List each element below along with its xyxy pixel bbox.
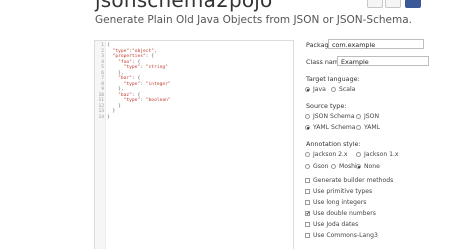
app-title: jsonschema2pojo bbox=[95, 0, 273, 12]
option-checkbox-use-joda-dates[interactable] bbox=[305, 222, 310, 227]
option-checkbox-use-commons-lang3[interactable] bbox=[305, 233, 310, 238]
app-subtitle: Generate Plain Old Java Objects from JSO… bbox=[95, 14, 412, 26]
source-json-label: JSON bbox=[364, 113, 380, 120]
language-scala-radio[interactable] bbox=[331, 87, 336, 92]
option-label: Use Commons-Lang3 bbox=[313, 232, 378, 239]
package-input[interactable]: com.example bbox=[328, 39, 424, 49]
annotation-none-radio[interactable] bbox=[356, 164, 361, 169]
code-line: } bbox=[107, 114, 110, 120]
line-number-gutter: 1 2 3 4 5 6 7 8 9 10 11 12 13 14 bbox=[95, 41, 106, 249]
source-json-schema-radio[interactable] bbox=[305, 114, 310, 119]
annotation-jackson-2-x-radio[interactable] bbox=[305, 152, 310, 157]
json-schema-editor[interactable]: 1 2 3 4 5 6 7 8 9 10 11 12 13 14 { "type":"object", "… bbox=[94, 40, 294, 249]
annotation-jackson-2-x-label: Jackson 2.x bbox=[313, 151, 348, 158]
annotation-style-label: Annotation style: bbox=[306, 140, 361, 148]
option-checkbox-use-long-integers[interactable] bbox=[305, 200, 310, 205]
target-language-label: Target language: bbox=[306, 75, 360, 83]
share-button[interactable] bbox=[385, 0, 401, 8]
option-label: Use primitive types bbox=[313, 188, 373, 195]
language-java-label: Java bbox=[313, 86, 326, 93]
source-json-radio[interactable] bbox=[356, 114, 361, 119]
option-label: Use Joda dates bbox=[313, 221, 359, 228]
source-yaml-label: YAML bbox=[364, 124, 381, 131]
option-checkbox-generate-builder-methods[interactable] bbox=[305, 178, 310, 183]
option-checkbox-use-primitive-types[interactable] bbox=[305, 189, 310, 194]
annotation-gson-label: Gson bbox=[313, 163, 329, 170]
annotation-jackson-1-x-label: Jackson 1.x bbox=[364, 151, 399, 158]
annotation-moshi-label: Moshi bbox=[339, 163, 357, 170]
source-yaml-schema-label: YAML Schema bbox=[313, 124, 356, 131]
source-type-label: Source type: bbox=[306, 102, 347, 110]
option-checkbox-use-double-numbers[interactable]: ✔ bbox=[305, 211, 310, 217]
source-json-schema-label: JSON Schema bbox=[313, 113, 355, 120]
facebook-share-button[interactable] bbox=[405, 0, 421, 8]
option-label: Use long integers bbox=[313, 199, 367, 206]
source-yaml-radio[interactable] bbox=[356, 125, 361, 130]
class-name-input[interactable]: Example bbox=[337, 56, 429, 66]
annotation-gson-radio[interactable] bbox=[305, 164, 310, 169]
line-number: 14 bbox=[98, 114, 104, 120]
option-label: Use double numbers bbox=[313, 210, 376, 217]
annotation-none-label: None bbox=[364, 163, 380, 170]
option-label: Generate builder methods bbox=[313, 177, 394, 184]
annotation-jackson-1-x-radio[interactable] bbox=[356, 152, 361, 157]
language-java-radio[interactable] bbox=[305, 87, 310, 92]
source-yaml-schema-radio[interactable] bbox=[305, 125, 310, 130]
annotation-moshi-radio[interactable] bbox=[331, 164, 336, 169]
language-scala-label: Scala bbox=[339, 86, 356, 93]
share-button[interactable] bbox=[367, 0, 383, 8]
